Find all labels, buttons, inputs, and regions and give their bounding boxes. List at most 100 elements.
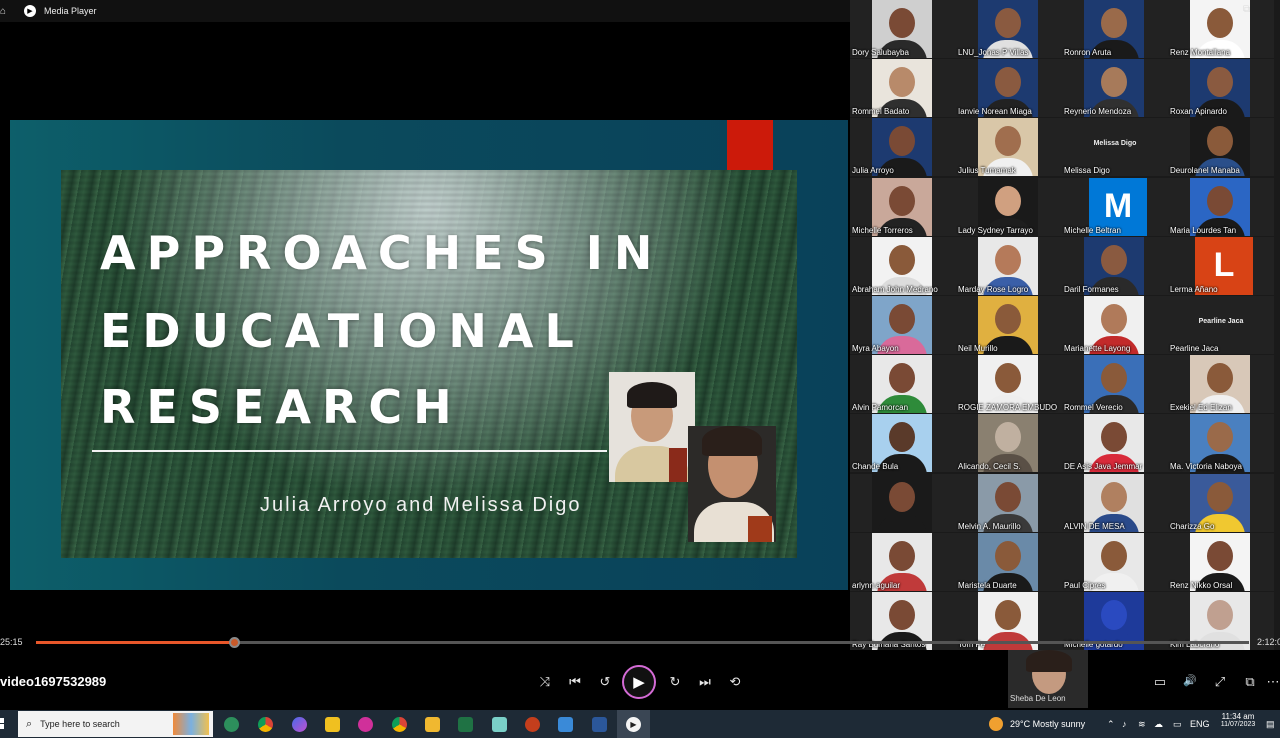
participant-tile[interactable]: Melissa Digo Melissa Digo (1062, 118, 1168, 177)
participant-tile[interactable]: ROGIE ZAMORA EMBUDO (956, 355, 1062, 414)
participant-tile[interactable]: DE Asis Java Jemmar (1062, 414, 1168, 473)
participant-tile[interactable]: Rommel Verecio (1062, 355, 1168, 414)
cloud-icon[interactable]: ☁ (1154, 719, 1163, 730)
participant-tile[interactable]: Roxan Apinardo (1168, 59, 1274, 118)
participant-tile[interactable]: Daril Formanes (1062, 236, 1168, 295)
next-icon[interactable]: ⏭ (696, 674, 714, 690)
participant-tile[interactable]: Chande Bula (850, 414, 956, 473)
volume-icon[interactable]: 🔊 (1181, 674, 1199, 687)
participant-tile[interactable]: Deurolanel Manaba (1168, 118, 1274, 177)
participant-tile[interactable]: L Lerma Añano (1168, 236, 1274, 295)
participant-name: Renz Nikko Orsal (1170, 580, 1233, 590)
participant-tile[interactable]: M Michelle Beltran (1062, 177, 1168, 236)
image-viewer-icon[interactable] (558, 717, 573, 732)
language-indicator[interactable]: ENG (1190, 719, 1210, 729)
app-badge-icon[interactable] (358, 717, 373, 732)
seek-bar[interactable] (36, 637, 1249, 648)
participant-tile[interactable]: Pearline Jaca Pearline Jaca (1168, 296, 1274, 354)
cast-icon[interactable]: ⧉ (1241, 674, 1259, 690)
previous-icon[interactable]: ⏮ (566, 674, 584, 690)
network-icon[interactable]: ▭ (1173, 719, 1182, 730)
participant-tile[interactable]: Exekiel Ed Elizan (1168, 355, 1274, 414)
file-explorer-icon[interactable] (425, 717, 440, 732)
participant-tile[interactable]: Lady Sydney Tarrayo (956, 177, 1062, 236)
participant-name: Melvin A. Maurillo (958, 521, 1021, 531)
participant-tile[interactable]: LNU_Jonas P Villas (956, 0, 1062, 58)
slide-authors: Julia Arroyo and Melissa Digo (260, 494, 582, 516)
weather-icon[interactable] (989, 717, 1003, 731)
word-icon[interactable] (592, 717, 607, 732)
play-button[interactable]: ▶ (622, 665, 656, 699)
restore-window-icon[interactable]: ⧉ (1243, 4, 1250, 15)
chrome-profile-icon[interactable] (392, 717, 407, 732)
forward-30-icon[interactable]: ↻ (666, 674, 684, 690)
participant-tile[interactable]: Alvin Pamorcan (850, 355, 956, 414)
participant-tile[interactable]: Marianette Layong (1062, 296, 1168, 354)
participant-tile[interactable]: Reynerio Mendoza (1062, 59, 1168, 118)
shuffle-icon[interactable]: ⤨ (536, 674, 554, 690)
clock[interactable]: 11:34 am 11/07/2023 (1218, 712, 1258, 728)
miniplayer-icon[interactable]: ▭ (1151, 674, 1169, 690)
excel-icon[interactable] (458, 717, 473, 732)
widgets-icon[interactable] (224, 717, 239, 732)
participant-tile[interactable]: Neil Murillo (956, 296, 1062, 354)
participant-tile[interactable]: Abraham John Medrano (850, 236, 956, 295)
windows-start-icon[interactable] (0, 718, 10, 730)
copilot-icon[interactable] (292, 717, 307, 732)
participant-name: Melissa Digo (1064, 166, 1110, 176)
notifications-icon[interactable]: ▤ (1266, 719, 1275, 730)
participant-tile[interactable]: Rommel Badato (850, 59, 956, 118)
back-icon[interactable]: ⌂ (0, 6, 14, 17)
participant-tile[interactable]: arlynn aguilar (850, 532, 956, 591)
photos-icon[interactable] (492, 717, 507, 732)
search-icon: ⌕ (26, 717, 33, 730)
participant-name: ROGIE ZAMORA EMBUDO (958, 403, 1058, 413)
seek-bar-progress (36, 641, 234, 644)
participant-tile[interactable]: Renz Nikko Orsal (1168, 532, 1274, 591)
wifi-icon[interactable]: ≋ (1138, 719, 1146, 730)
participant-tile[interactable]: Maristela Duarte (956, 532, 1062, 591)
participant-tile[interactable]: Dory Salubayba (850, 0, 956, 58)
participant-tile[interactable]: Maria Lourdes Tan (1168, 177, 1274, 236)
weather-text[interactable]: 29°C Mostly sunny (1010, 719, 1085, 729)
fullscreen-icon[interactable]: ⤢ (1211, 674, 1229, 690)
participant-tile[interactable]: Michelle Torreros (850, 177, 956, 236)
chrome-icon[interactable] (258, 717, 273, 732)
participant-name: Julius Tumamak (958, 166, 1016, 176)
show-hidden-icons-icon[interactable]: ⌃ (1107, 719, 1115, 730)
participant-name: ALVIN DE MESA (1064, 521, 1125, 531)
participant-name: Ianvie Norean Miaga (958, 107, 1032, 117)
participant-tile[interactable]: Ianvie Norean Miaga (956, 59, 1062, 118)
participant-tile[interactable]: Marday Rose Logro (956, 236, 1062, 295)
sticky-notes-icon[interactable] (325, 717, 340, 732)
participant-tile[interactable]: Charizza Go (1168, 473, 1274, 532)
participant-tile[interactable]: Julia Arroyo (850, 118, 956, 177)
participant-name: Abraham John Medrano (852, 284, 938, 294)
participant-name: Alvin Pamorcan (852, 403, 909, 413)
participant-tile[interactable]: Paul Cipres (1062, 532, 1168, 591)
media-player-taskbar-button[interactable]: ▶ (617, 710, 650, 738)
rewind-10-icon[interactable]: ↺ (596, 674, 614, 690)
participant-name: Reynerio Mendoza (1064, 107, 1132, 117)
participant-tile[interactable] (850, 473, 956, 532)
participant-tile[interactable]: Melvin A. Maurillo (956, 473, 1062, 532)
repeat-icon[interactable]: ⟲ (726, 674, 744, 690)
participant-tile[interactable]: Myra Abayon (850, 296, 956, 354)
author-photo-2 (688, 426, 776, 542)
participant-name: Dory Salubayba (852, 48, 909, 57)
more-options-icon[interactable]: ⋯ (1266, 674, 1280, 690)
participant-tile[interactable]: Alicando, Cecil S. (956, 414, 1062, 473)
powerpoint-icon[interactable] (525, 717, 540, 732)
participant-tile[interactable]: Julius Tumamak (956, 118, 1062, 177)
participant-tile[interactable]: Renz Montallana (1168, 0, 1274, 58)
taskbar-search-box[interactable]: ⌕ Type here to search (18, 711, 213, 737)
seek-bar-handle[interactable] (228, 637, 240, 648)
participant-name: Julia Arroyo (852, 166, 894, 176)
participant-name: Myra Abayon (852, 344, 899, 353)
participant-name: Lady Sydney Tarrayo (958, 225, 1034, 235)
participant-tile[interactable]: ALVIN DE MESA (1062, 473, 1168, 532)
participant-name: Paul Cipres (1064, 580, 1106, 590)
participant-tile[interactable]: Ma. Victoria Naboya (1168, 414, 1274, 473)
speaker-icon[interactable]: ♪ (1122, 719, 1127, 729)
participant-tile[interactable]: Ronron Aruta (1062, 0, 1168, 58)
